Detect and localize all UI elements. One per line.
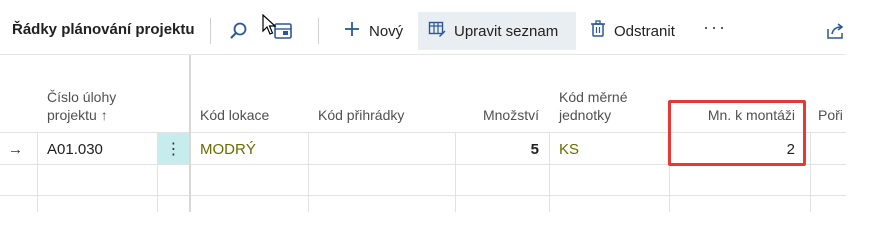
edit-list-button[interactable]: Upravit seznam (418, 12, 576, 50)
cell-task-number[interactable]: A01.030 (37, 133, 157, 165)
column-header-task-number[interactable]: Číslo úlohy projektu ↑ (37, 55, 157, 132)
row-indicator-arrow-icon: → (8, 140, 23, 158)
column-uom-label: Kód měrné jednotky (559, 89, 628, 123)
column-header-location-code[interactable]: Kód lokace (190, 55, 308, 132)
sort-ascending-icon: ↑ (100, 107, 108, 123)
page-gutter (846, 0, 871, 211)
column-header-uom-code[interactable]: Kód měrné jednotky (549, 55, 669, 132)
more-options-button[interactable]: ··· (703, 17, 727, 38)
search-icon[interactable] (226, 18, 252, 44)
page-title: Řádky plánování projektu (12, 21, 195, 38)
row-actions-button[interactable]: ⋮ (158, 133, 189, 164)
cell-uom-code[interactable]: KS (549, 133, 669, 165)
cell-quantity[interactable]: 5 (455, 133, 549, 165)
cell-location-code[interactable]: MODRÝ (190, 133, 308, 165)
edit-list-icon (428, 20, 446, 42)
toolbar-divider (318, 18, 319, 44)
highlight-box (668, 100, 806, 166)
page-shell: Řádky plánování projektu Nový Upravit se… (0, 0, 846, 212)
delete-label: Odstranit (614, 22, 675, 40)
share-icon[interactable] (822, 18, 848, 44)
column-header-quantity[interactable]: Množství (455, 55, 549, 132)
vertical-ellipsis-icon: ⋮ (165, 140, 182, 158)
cell-bin-code[interactable] (308, 133, 455, 165)
column-header-bin-code[interactable]: Kód přihrádky (308, 55, 455, 132)
edit-list-label: Upravit seznam (454, 22, 559, 40)
column-quantity-label: Množství (482, 107, 539, 123)
column-divider (810, 132, 811, 212)
plus-icon (343, 20, 361, 42)
new-button-label: Nový (369, 22, 404, 40)
action-bar: Řádky plánování projektu Nový Upravit se… (0, 8, 846, 54)
delete-button[interactable]: Odstranit (580, 12, 685, 50)
new-button[interactable]: Nový (333, 12, 413, 50)
mouse-cursor-icon (262, 13, 278, 41)
column-truncated-label: Poři (818, 107, 843, 123)
toolbar-divider (210, 18, 211, 44)
column-bin-code-label: Kód přihrádky (318, 107, 405, 123)
column-location-code-label: Kód lokace (200, 107, 270, 123)
column-header-truncated[interactable]: Poři (810, 55, 846, 132)
trash-icon (590, 20, 606, 42)
row-divider (0, 195, 846, 196)
